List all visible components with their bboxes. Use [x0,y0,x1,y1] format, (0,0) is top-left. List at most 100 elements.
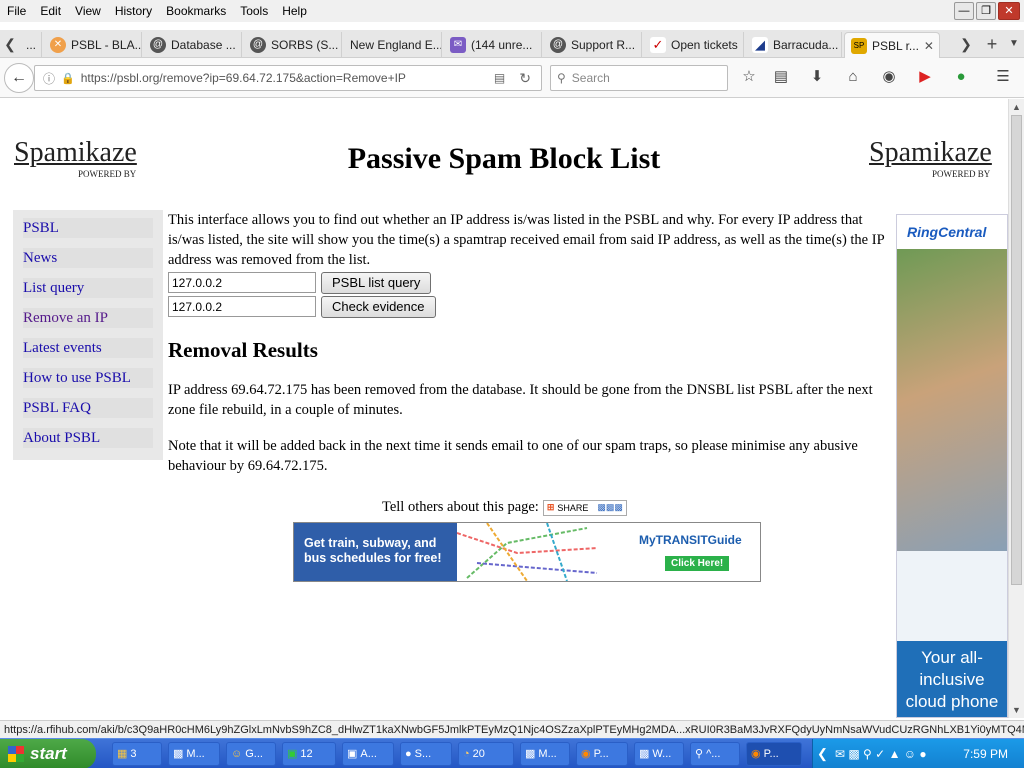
spamikaze-logo-right[interactable]: Spamikaze [869,137,992,169]
search-icon: ⚲ [557,71,566,85]
taskbar-item[interactable]: ☺ G... [226,742,276,766]
search-box[interactable]: ⚲ Search [550,65,728,91]
scroll-up-icon[interactable]: ▲ [1009,99,1024,115]
taskbar-item-excel[interactable]: ▣ 12 [282,742,336,766]
share-label: SHARE [557,502,589,513]
excel-icon: ▣ [287,748,298,760]
window-controls: — ❐ ✕ [954,2,1020,20]
tab-active[interactable]: SP PSBL r... ✕ [844,32,940,58]
tabs-scroll-right-icon[interactable]: ❯ [956,30,976,58]
app-icon: ⚲ [695,748,704,760]
search-placeholder[interactable]: Search [572,71,610,85]
share-button[interactable]: ⊞ SHARE ▩▩▩ [542,499,627,516]
sidebar-item-latest-events[interactable]: Latest events [23,338,153,358]
hamburger-menu-icon[interactable]: ☰ [992,66,1014,88]
tab-label: ... [26,38,37,52]
skype-icon: ● [405,748,412,760]
banner-map-image: MyTRANSITGuide Click Here! [457,523,760,581]
folder-icon: ▦ [117,748,128,760]
taskbar-item[interactable]: ⚲ ^... [690,742,740,766]
tab[interactable]: @ Database ... [144,32,242,58]
taskbar-item-label: P... [763,748,779,760]
tab[interactable]: ... [20,32,42,58]
taskbar-item[interactable]: ◉ P... [576,742,628,766]
tray-icons[interactable]: ✉ ▩ ⚲ ✓ ▲ ☺ ● [835,739,927,768]
sidebar-item-news[interactable]: News [23,248,153,268]
restore-button[interactable]: ❐ [976,2,996,20]
share-row: Tell others about this page: ⊞ SHARE ▩▩▩ [382,499,627,516]
menu-history[interactable]: History [108,0,159,22]
app-icon: ▩ [173,748,184,760]
tab[interactable]: ✉ (144 unre... [444,32,542,58]
url-bar[interactable]: ⓘ 🔒 https://psbl.org/remove?ip=69.64.72.… [34,65,542,91]
tray-collapse-icon[interactable]: ❮ [817,739,828,768]
addon-red-icon[interactable]: ▶ [914,66,936,88]
tab-list-chevron-down-icon[interactable]: ▼ [1004,30,1024,58]
sidebar-item-faq[interactable]: PSBL FAQ [23,398,153,418]
tab[interactable]: New England E... [344,32,442,58]
ip-query-input[interactable] [168,272,316,293]
tab-label: Support R... [571,38,636,52]
taskbar-item[interactable]: ▩ M... [168,742,220,766]
tab-label: Database ... [171,38,236,52]
sidebar-item-how-to-use[interactable]: How to use PSBL [23,368,153,388]
url-text[interactable]: https://psbl.org/remove?ip=69.64.72.175&… [81,71,406,85]
menu-edit[interactable]: Edit [33,0,68,22]
banner-cta-button[interactable]: Click Here! [665,556,730,571]
sidebar-item-psbl[interactable]: PSBL [23,218,153,238]
ip-evidence-input[interactable] [168,296,316,317]
tabs-scroll-left-icon[interactable]: ❮ [0,30,20,58]
scroll-down-icon[interactable]: ▼ [1009,702,1024,718]
menu-file[interactable]: File [0,0,33,22]
scroll-thumb[interactable] [1011,115,1022,585]
minimize-button[interactable]: — [954,2,974,20]
menu-help[interactable]: Help [275,0,314,22]
results-heading: Removal Results [168,338,318,362]
close-window-button[interactable]: ✕ [998,2,1020,20]
back-arrow-icon[interactable]: ← [4,63,34,93]
sidebar-item-list-query[interactable]: List query [23,278,153,298]
taskbar-item-label: A... [360,748,377,760]
tab-label: PSBL r... [872,38,919,53]
start-button[interactable]: start [0,739,96,768]
info-icon[interactable]: ⓘ [43,70,55,87]
menu-view[interactable]: View [68,0,108,22]
ad-tagline: Your all-inclusive cloud phone [897,641,1007,717]
reload-icon[interactable]: ↻ [519,70,531,87]
reader-view-icon[interactable]: ▤ [494,71,505,85]
list-query-form: PSBL list query [168,272,886,294]
menu-tools[interactable]: Tools [233,0,275,22]
tab[interactable]: ◢ Barracuda... [746,32,842,58]
addon-green-icon[interactable]: ● [950,66,972,88]
sidebar-item-remove-ip[interactable]: Remove an IP [23,308,153,328]
new-tab-icon[interactable]: + [982,30,1002,58]
tab[interactable]: @ Support R... [544,32,642,58]
taskbar-item-skype[interactable]: ● S... [400,742,452,766]
home-icon[interactable]: ⌂ [842,66,864,88]
tab[interactable]: ✕ PSBL - BLA... [44,32,142,58]
psbl-list-query-button[interactable]: PSBL list query [321,272,432,294]
tab-label: PSBL - BLA... [71,38,142,52]
vertical-scrollbar[interactable]: ▲ ▼ [1008,99,1024,718]
pocket-icon[interactable]: ◉ [878,66,900,88]
bookmark-star-icon[interactable]: ☆ [738,66,760,88]
taskbar-item-label: 20 [472,748,485,760]
tab[interactable]: ✓ Open tickets [644,32,744,58]
sidebar-nav: PSBL News List query Remove an IP Latest… [13,210,163,460]
sidebar-item-about[interactable]: About PSBL [23,428,153,448]
menu-bookmarks[interactable]: Bookmarks [159,0,233,22]
taskbar-item-firefox-active[interactable]: ◉ P... [746,742,802,766]
reading-list-icon[interactable]: ▤ [770,66,792,88]
ringcentral-logo: RingCentral [897,215,1007,249]
taskbar-item[interactable]: ▩ M... [520,742,570,766]
taskbar-item-folders[interactable]: ▦ 3 [112,742,162,766]
tab[interactable]: @ SORBS (S... [244,32,342,58]
taskbar-item[interactable]: ▩ W... [634,742,684,766]
transit-ad-banner[interactable]: Get train, subway, and bus schedules for… [293,522,761,582]
close-tab-icon[interactable]: ✕ [924,39,934,53]
taskbar-item-photoshop[interactable]: ▣ A... [342,742,394,766]
ringcentral-ad[interactable]: RingCentral Your all-inclusive cloud pho… [896,214,1008,718]
download-icon[interactable]: ⬇ [806,66,828,88]
taskbar-item[interactable]: ◔ 20 [458,742,514,766]
check-evidence-button[interactable]: Check evidence [321,296,436,318]
